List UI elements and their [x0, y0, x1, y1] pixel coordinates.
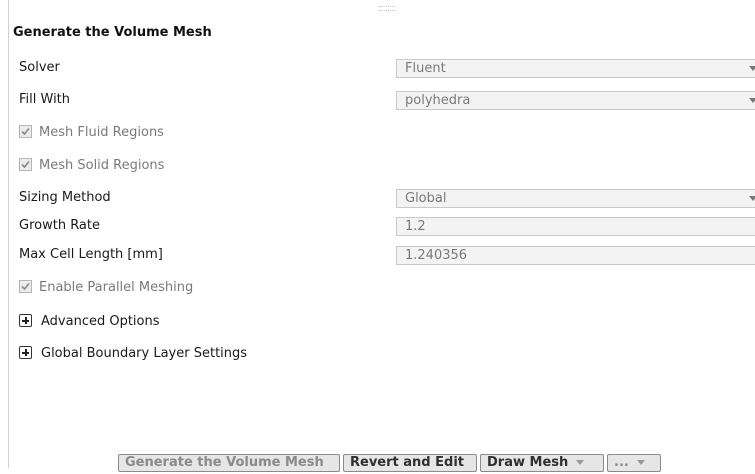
solver-select[interactable]: Fluent: [396, 59, 755, 78]
growth-rate-input[interactable]: 1.2: [396, 217, 755, 236]
global-boundary-layer-expander[interactable]: Global Boundary Layer Settings: [19, 345, 247, 363]
sizing-method-value: Global: [405, 191, 447, 206]
fill-with-select[interactable]: polyhedra: [396, 91, 755, 110]
draw-mesh-button[interactable]: Draw Mesh: [480, 454, 604, 472]
mesh-fluid-regions-label: Mesh Fluid Regions: [39, 125, 164, 140]
growth-rate-value: 1.2: [405, 219, 426, 234]
advanced-options-expander[interactable]: Advanced Options: [19, 313, 160, 331]
max-cell-length-label: Max Cell Length [mm]: [19, 247, 163, 262]
chevron-down-icon: [749, 196, 755, 201]
generate-volume-mesh-button[interactable]: Generate the Volume Mesh: [118, 454, 340, 472]
plus-icon: [19, 346, 32, 359]
max-cell-length-value: 1.240356: [405, 248, 468, 263]
section-title: Generate the Volume Mesh: [13, 25, 212, 40]
max-cell-length-input[interactable]: 1.240356: [396, 246, 755, 265]
checkmark-icon: [19, 125, 32, 138]
fill-with-label: Fill With: [19, 92, 71, 107]
enable-parallel-meshing-checkbox[interactable]: Enable Parallel Meshing: [19, 279, 193, 297]
enable-parallel-meshing-label: Enable Parallel Meshing: [39, 280, 194, 295]
plus-icon: [19, 314, 32, 327]
chevron-down-icon: [749, 66, 755, 71]
chevron-down-icon: [576, 460, 585, 465]
checkmark-icon: [19, 280, 32, 293]
solver-value: Fluent: [405, 61, 446, 76]
volume-mesh-panel: Generate the Volume Mesh Solver Fluent F…: [8, 0, 755, 468]
fill-with-value: polyhedra: [405, 93, 471, 108]
global-boundary-layer-label: Global Boundary Layer Settings: [41, 346, 248, 361]
advanced-options-label: Advanced Options: [41, 314, 160, 329]
mesh-solid-regions-label: Mesh Solid Regions: [39, 158, 165, 173]
chevron-down-icon: [636, 460, 645, 465]
more-options-button[interactable]: ...: [607, 454, 661, 472]
growth-rate-label: Growth Rate: [19, 218, 100, 233]
revert-and-edit-button[interactable]: Revert and Edit: [343, 454, 477, 472]
chevron-down-icon: [749, 98, 755, 103]
checkmark-icon: [19, 158, 32, 171]
sizing-method-label: Sizing Method: [19, 190, 111, 205]
sizing-method-select[interactable]: Global: [396, 189, 755, 208]
mesh-solid-regions-checkbox[interactable]: Mesh Solid Regions: [19, 157, 164, 175]
solver-label: Solver: [19, 60, 60, 75]
mesh-fluid-regions-checkbox[interactable]: Mesh Fluid Regions: [19, 124, 164, 142]
